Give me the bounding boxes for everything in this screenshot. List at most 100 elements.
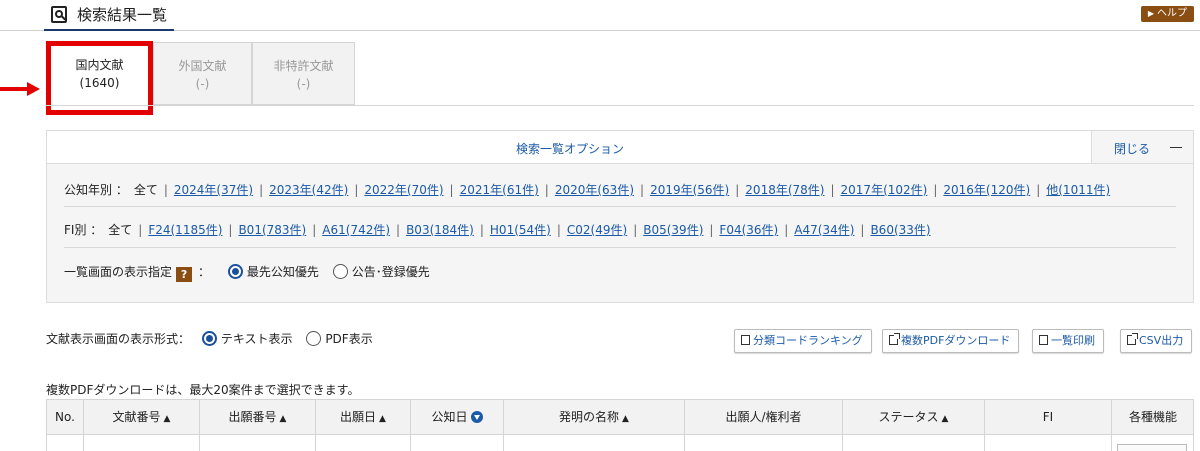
sort-ascending-icon[interactable]: ▲: [942, 414, 949, 424]
separator: |: [640, 183, 645, 197]
fi-filter-link[interactable]: F04(36件): [719, 223, 778, 237]
separator: |: [396, 223, 401, 237]
year-filter-link[interactable]: 2024年(37件): [174, 183, 253, 197]
document-icon: [1039, 335, 1048, 345]
fi-filter-link[interactable]: A61(742件): [322, 223, 390, 237]
print-list-button[interactable]: 一覧印刷: [1032, 329, 1104, 353]
separator: |: [163, 183, 168, 197]
options-divider: [64, 247, 1176, 248]
year-filter-link[interactable]: 2021年(61件): [460, 183, 539, 197]
table-cell: [985, 435, 1112, 451]
sort-ascending-icon[interactable]: ▲: [622, 414, 629, 424]
year-filter-link[interactable]: 2019年(56件): [650, 183, 729, 197]
question-help-icon[interactable]: ?: [176, 267, 193, 282]
year-filter-row: 公知年別 ： 全て | 2024年(37件) | 2023年(42件) | 2022年(70件…: [64, 181, 1110, 198]
separator: |: [633, 223, 638, 237]
radio-label: 公告･登録優先: [351, 265, 430, 279]
radio-pdf-display[interactable]: PDF表示: [306, 331, 373, 346]
column-header-functions: 各種機能: [1112, 400, 1194, 435]
separator: |: [784, 223, 789, 237]
separator: |: [1036, 183, 1041, 197]
year-filter-link[interactable]: 2018年(78件): [745, 183, 824, 197]
column-label: 出願番号: [228, 410, 277, 424]
radio-selected-icon[interactable]: [201, 331, 217, 346]
radio-unselected-icon[interactable]: [332, 264, 348, 279]
column-label: 公知日: [431, 410, 468, 424]
column-header-fi: FI: [985, 400, 1112, 435]
display-format-label: 文献表示画面の表示形式：: [46, 332, 191, 346]
search-document-icon: [51, 6, 67, 23]
tab-label: 非特許文献: [273, 59, 334, 73]
fi-filter-link[interactable]: H01(54件): [490, 223, 551, 237]
fi-filter-row: FI別 ： 全て | F24(1185件) | B01(783件) | A61(742件) | B…: [64, 221, 931, 238]
year-filter-link[interactable]: 2017年(102件): [841, 183, 928, 197]
sort-descending-icon[interactable]: [470, 411, 483, 423]
minus-icon: [1170, 147, 1182, 148]
year-filter-link[interactable]: 2023年(42件): [269, 183, 348, 197]
fi-filter-link[interactable]: B60(33件): [870, 223, 930, 237]
results-table-header: No. 文献番号 ▲ 出願番号 ▲ 出願日 ▲ 公知日 発明の名称 ▲ 出願人/権利者 ステータス ▲ F…: [46, 399, 1194, 435]
separator: |: [544, 183, 549, 197]
fi-filter-link[interactable]: F24(1185件): [148, 223, 222, 237]
separator: |: [354, 183, 359, 197]
radio-selected-icon[interactable]: [227, 264, 243, 279]
column-header-doc-number[interactable]: 文献番号 ▲: [84, 400, 200, 435]
tab-label: 国内文献: [75, 58, 124, 72]
column-header-invention-title[interactable]: 発明の名称 ▲: [504, 400, 685, 435]
help-button[interactable]: ▶ ヘルプ: [1140, 6, 1194, 22]
fi-filter-label: FI別 ：: [64, 223, 103, 237]
display-order-label: 一覧画面の表示指定: [64, 265, 173, 279]
year-filter-link[interactable]: 2016年(120件): [943, 183, 1030, 197]
sort-ascending-icon[interactable]: ▲: [164, 414, 171, 424]
radio-unselected-icon[interactable]: [306, 331, 322, 346]
table-cell: [84, 435, 200, 451]
external-link-icon: [1127, 333, 1138, 345]
column-header-known-date[interactable]: 公知日: [411, 400, 504, 435]
options-title[interactable]: 検索一覧オプション: [47, 140, 1093, 157]
column-label: 各種機能: [1128, 410, 1177, 424]
colon: ：: [198, 265, 211, 279]
radio-publication-registration[interactable]: 公告･登録優先: [332, 264, 430, 279]
year-filter-link[interactable]: 他(1011件): [1046, 183, 1110, 197]
column-label: 出願日: [340, 410, 377, 424]
fi-filter-link[interactable]: C02(49件): [567, 223, 627, 237]
radio-text-display[interactable]: テキスト表示: [201, 331, 303, 346]
separator: |: [312, 223, 317, 237]
button-label: CSV出力: [1139, 334, 1184, 347]
column-header-app-number[interactable]: 出願番号 ▲: [200, 400, 316, 435]
column-label: ステータス: [878, 410, 939, 424]
separator: |: [138, 223, 143, 237]
multi-pdf-download-button[interactable]: 複数PDFダウンロード: [882, 329, 1020, 353]
year-filter-link[interactable]: 2020年(63件): [555, 183, 634, 197]
tab-domestic[interactable]: 国内文献 (1640): [46, 41, 153, 115]
classification-ranking-button[interactable]: 分類コードランキング: [734, 329, 872, 353]
button-label: 分類コードランキング: [753, 334, 863, 347]
close-options-button[interactable]: 閉じる: [1091, 131, 1193, 163]
play-icon: ▶: [1147, 9, 1154, 18]
radio-earliest-known[interactable]: 最先公知優先: [227, 264, 329, 279]
sort-ascending-icon[interactable]: ▲: [379, 414, 386, 424]
year-filter-label: 公知年別 ：: [64, 183, 128, 197]
radio-label: PDF表示: [325, 332, 373, 346]
column-header-app-date[interactable]: 出願日 ▲: [316, 400, 411, 435]
column-header-status[interactable]: ステータス ▲: [843, 400, 985, 435]
button-label: 複数PDFダウンロード: [901, 334, 1011, 347]
fi-filter-link[interactable]: B03(184件): [406, 223, 474, 237]
display-order-row: 一覧画面の表示指定? ： 最先公知優先 公告･登録優先: [64, 263, 430, 282]
csv-export-button[interactable]: CSV出力: [1120, 329, 1193, 353]
fi-filter-link[interactable]: B05(39件): [643, 223, 703, 237]
fi-filter-link[interactable]: B01(783件): [238, 223, 306, 237]
fi-filter-link[interactable]: A47(34件): [794, 223, 854, 237]
table-cell: [843, 435, 985, 451]
column-label: 出願人/権利者: [725, 410, 802, 424]
row-action-button[interactable]: [1117, 444, 1187, 451]
separator: |: [556, 223, 561, 237]
year-filter-link[interactable]: 2022年(70件): [364, 183, 443, 197]
radio-label: 最先公知優先: [246, 265, 319, 279]
sort-ascending-icon[interactable]: ▲: [280, 414, 287, 424]
separator: |: [449, 183, 454, 197]
column-header-applicant: 出願人/権利者: [685, 400, 843, 435]
tab-foreign[interactable]: 外国文献 (-): [153, 42, 252, 105]
tab-non-patent[interactable]: 非特許文献 (-): [252, 42, 355, 105]
radio-label: テキスト表示: [220, 332, 293, 346]
